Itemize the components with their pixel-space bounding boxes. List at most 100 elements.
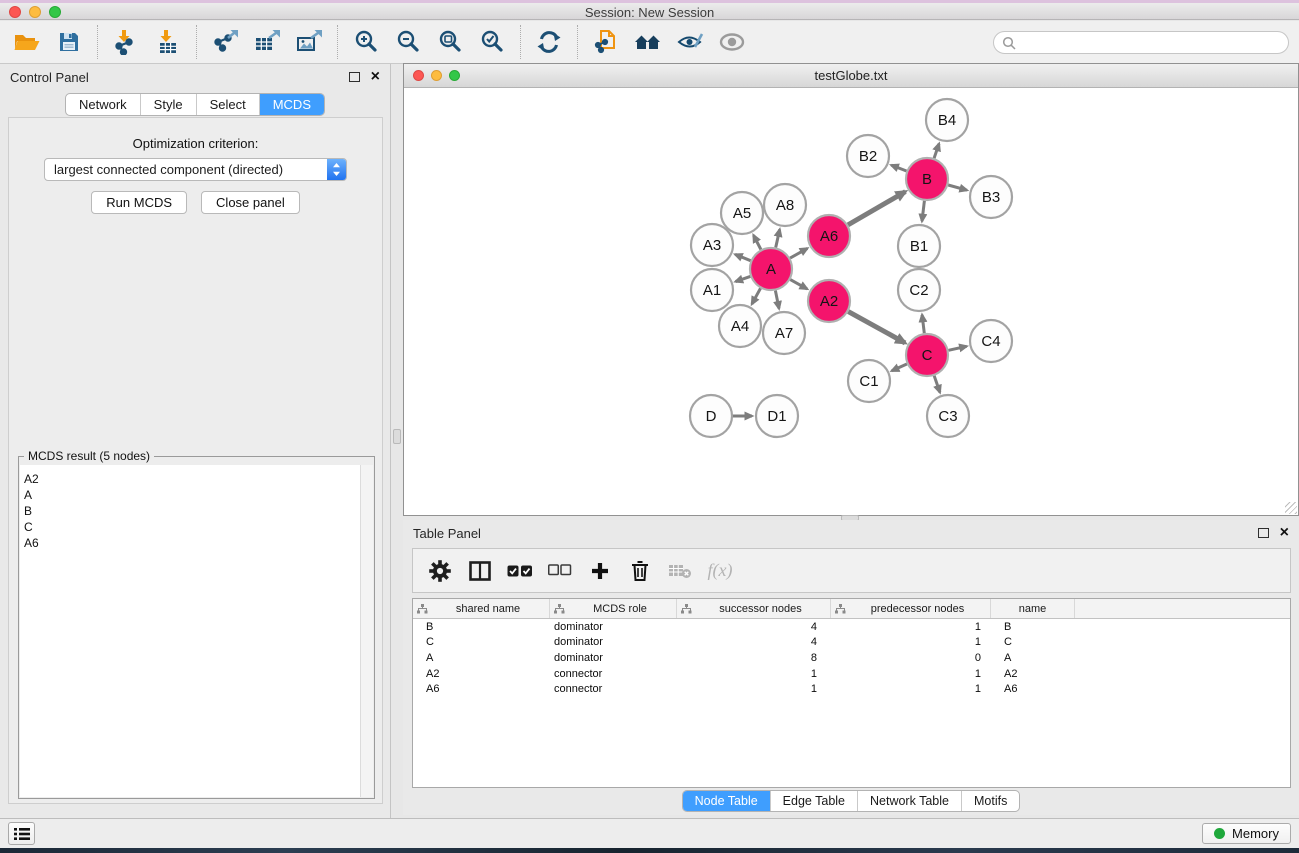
graph-edge-A-A3[interactable] <box>735 254 750 260</box>
graph-node-A2[interactable]: A2 <box>808 280 850 322</box>
table-cell[interactable]: A6 <box>991 683 1075 695</box>
graph-edge-A-A2[interactable] <box>790 280 807 289</box>
graph-edge-B-B1[interactable] <box>922 201 924 221</box>
table-row[interactable]: Bdominator41B <box>413 619 1290 635</box>
deselect-all-columns-button[interactable] <box>543 554 577 588</box>
close-panel-icon[interactable]: × <box>371 70 380 84</box>
mcds-result-item[interactable]: C <box>24 519 357 535</box>
graph-node-B2[interactable]: B2 <box>847 135 889 177</box>
table-cell[interactable]: dominator <box>550 621 677 633</box>
zoom-selected-button[interactable] <box>471 24 513 60</box>
table-cell[interactable]: 0 <box>831 652 991 664</box>
mcds-result-item[interactable]: A2 <box>24 471 357 487</box>
network-graph-canvas[interactable]: B4B2BB3A5A8A6B1A3AC2A1A2A4A7C4CC1C3DD1 <box>404 88 1298 515</box>
graph-node-A3[interactable]: A3 <box>691 224 733 266</box>
graph-edge-A-A4[interactable] <box>752 288 761 304</box>
import-table-button[interactable] <box>147 24 189 60</box>
toggle-graphics-details-button[interactable] <box>669 24 711 60</box>
table-cell[interactable]: A2 <box>413 668 550 680</box>
graph-edge-B-B3[interactable] <box>948 185 967 190</box>
graph-node-D[interactable]: D <box>690 395 732 437</box>
run-mcds-button[interactable]: Run MCDS <box>91 191 187 214</box>
refresh-view-button[interactable] <box>528 24 570 60</box>
table-cell[interactable]: A2 <box>991 668 1075 680</box>
export-image-button[interactable] <box>288 24 330 60</box>
column-header-name[interactable]: name <box>991 599 1075 618</box>
show-hide-overview-button[interactable] <box>711 24 753 60</box>
table-cell[interactable]: 4 <box>677 636 831 648</box>
table-row[interactable]: Adominator80A <box>413 650 1290 666</box>
memory-button[interactable]: Memory <box>1202 823 1291 844</box>
table-cell[interactable]: 8 <box>677 652 831 664</box>
table-cell[interactable]: C <box>413 636 550 648</box>
column-header-predecessor-nodes[interactable]: predecessor nodes <box>831 599 991 618</box>
zoom-in-button[interactable] <box>345 24 387 60</box>
table-row[interactable]: Cdominator41C <box>413 635 1290 651</box>
graph-node-A1[interactable]: A1 <box>691 269 733 311</box>
graph-node-A6[interactable]: A6 <box>808 215 850 257</box>
float-panel-icon[interactable] <box>349 72 360 82</box>
graph-node-B3[interactable]: B3 <box>970 176 1012 218</box>
table-cell[interactable]: 1 <box>831 621 991 633</box>
graph-node-A[interactable]: A <box>750 248 792 290</box>
tab-edge-table[interactable]: Edge Table <box>770 791 857 811</box>
window-resize-grip[interactable] <box>1285 502 1297 514</box>
zoom-fit-button[interactable] <box>429 24 471 60</box>
table-cell[interactable]: A <box>991 652 1075 664</box>
graph-node-B[interactable]: B <box>906 158 948 200</box>
graph-node-C3[interactable]: C3 <box>927 395 969 437</box>
export-table-button[interactable] <box>246 24 288 60</box>
mcds-result-item[interactable]: B <box>24 503 357 519</box>
table-cell[interactable]: A6 <box>413 683 550 695</box>
graph-edge-C-C1[interactable] <box>892 364 907 371</box>
graph-edge-A-A6[interactable] <box>790 248 807 258</box>
graph-edge-A6-B[interactable] <box>848 192 905 225</box>
zoom-out-button[interactable] <box>387 24 429 60</box>
mcds-result-item[interactable]: A6 <box>24 535 357 551</box>
vertical-split-divider[interactable] <box>391 64 403 818</box>
tab-network[interactable]: Network <box>66 94 140 115</box>
graph-node-C1[interactable]: C1 <box>848 360 890 402</box>
show-columns-button[interactable] <box>463 554 497 588</box>
delete-table-button[interactable] <box>663 554 697 588</box>
table-cell[interactable]: A <box>413 652 550 664</box>
divider-handle[interactable] <box>393 429 401 444</box>
table-cell[interactable]: C <box>991 636 1075 648</box>
table-cell[interactable]: 4 <box>677 621 831 633</box>
search-input[interactable] <box>1016 36 1280 50</box>
graph-edge-B-B2[interactable] <box>891 165 906 171</box>
delete-column-button[interactable] <box>623 554 657 588</box>
import-network-button[interactable] <box>105 24 147 60</box>
table-cell[interactable]: 1 <box>677 683 831 695</box>
column-header-shared-name[interactable]: shared name <box>413 599 550 618</box>
add-column-button[interactable] <box>583 554 617 588</box>
table-cell[interactable]: connector <box>550 668 677 680</box>
graph-node-C2[interactable]: C2 <box>898 269 940 311</box>
home-button[interactable] <box>627 24 669 60</box>
tab-select[interactable]: Select <box>196 94 259 115</box>
function-builder-button[interactable]: f(x) <box>703 554 737 588</box>
column-header-mcds-role[interactable]: MCDS role <box>550 599 677 618</box>
graph-node-C4[interactable]: C4 <box>970 320 1012 362</box>
graph-node-A8[interactable]: A8 <box>764 184 806 226</box>
table-cell[interactable]: B <box>413 621 550 633</box>
graph-edge-A-A5[interactable] <box>754 235 761 249</box>
graph-node-A5[interactable]: A5 <box>721 192 763 234</box>
graph-node-A4[interactable]: A4 <box>719 305 761 347</box>
graph-edge-A-A1[interactable] <box>736 276 751 281</box>
close-panel-button[interactable]: Close panel <box>201 191 300 214</box>
table-cell[interactable]: 1 <box>831 683 991 695</box>
column-header-successor-nodes[interactable]: successor nodes <box>677 599 831 618</box>
graph-node-B4[interactable]: B4 <box>926 99 968 141</box>
table-cell[interactable]: 1 <box>677 668 831 680</box>
close-panel-icon[interactable]: × <box>1280 526 1289 540</box>
table-cell[interactable]: 1 <box>831 636 991 648</box>
save-session-button[interactable] <box>48 24 90 60</box>
graph-node-B1[interactable]: B1 <box>898 225 940 267</box>
mcds-result-item[interactable]: A <box>24 487 357 503</box>
open-session-button[interactable] <box>6 24 48 60</box>
float-panel-icon[interactable] <box>1258 528 1269 538</box>
table-cell[interactable]: dominator <box>550 636 677 648</box>
graph-node-A7[interactable]: A7 <box>763 312 805 354</box>
graph-node-D1[interactable]: D1 <box>756 395 798 437</box>
